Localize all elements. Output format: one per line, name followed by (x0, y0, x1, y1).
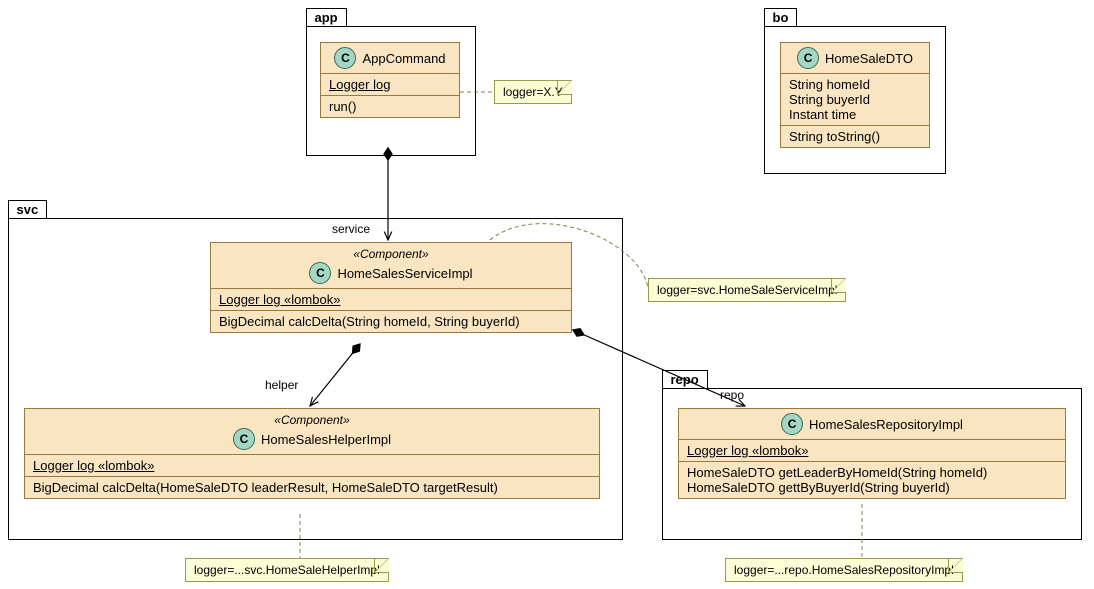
class-field: Logger log (321, 74, 459, 96)
class-method: HomeSaleDTO gettByBuyerId(String buyerId… (687, 480, 1057, 495)
class-methods: HomeSaleDTO getLeaderByHomeId(String hom… (679, 462, 1065, 498)
class-name: HomeSalesServiceImpl (337, 266, 472, 281)
class-field: String homeId (789, 77, 921, 92)
class-icon: C (334, 47, 356, 69)
class-homesaleshelperimpl: «Component» C HomeSalesHelperImpl Logger… (24, 408, 600, 499)
note-fold-icon (557, 80, 572, 95)
note-text: logger=...repo.HomeSalesRepositoryImpl (734, 563, 954, 577)
edge-label-repo: repo (720, 388, 744, 402)
class-field: String buyerId (789, 92, 921, 107)
note-helperimpl: logger=...svc.HomeSaleHelperImpl (185, 558, 389, 582)
class-method: run() (321, 96, 459, 117)
class-icon: C (781, 413, 803, 435)
edge-label-service: service (332, 222, 370, 236)
note-text: logger=svc.HomeSaleServiceImpl (657, 283, 837, 297)
edge-label-helper: helper (265, 378, 298, 392)
class-homesalesrepositoryimpl: C HomeSalesRepositoryImpl Logger log «lo… (678, 408, 1066, 499)
class-homesaledto: C HomeSaleDTO String homeId String buyer… (780, 42, 930, 148)
class-method: HomeSaleDTO getLeaderByHomeId(String hom… (687, 465, 1057, 480)
note-serviceimpl: logger=svc.HomeSaleServiceImpl (648, 278, 846, 302)
class-name: HomeSaleDTO (825, 51, 913, 66)
class-field: Instant time (789, 107, 921, 122)
class-fields: String homeId String buyerId Instant tim… (781, 74, 929, 126)
note-repoimpl: logger=...repo.HomeSalesRepositoryImpl (725, 558, 963, 582)
class-icon: C (233, 428, 255, 450)
class-name: HomeSalesHelperImpl (261, 432, 391, 447)
class-name: AppCommand (362, 51, 445, 66)
class-field: Logger log «lombok» (211, 289, 571, 311)
class-homesalesserviceimpl: «Component» C HomeSalesServiceImpl Logge… (210, 242, 572, 333)
note-appcommand: logger=X.Y (494, 80, 572, 104)
note-text: logger=X.Y (503, 85, 563, 99)
class-icon: C (309, 262, 331, 284)
class-method: BigDecimal calcDelta(HomeSaleDTO leaderR… (25, 477, 599, 498)
class-field: Logger log «lombok» (25, 455, 599, 477)
package-svc-label: svc (8, 200, 48, 218)
class-field: Logger log «lombok» (679, 440, 1065, 462)
package-bo-label: bo (764, 8, 798, 26)
class-name: HomeSalesRepositoryImpl (809, 417, 963, 432)
package-app-label: app (306, 8, 347, 26)
note-text: logger=...svc.HomeSaleHelperImpl (194, 563, 380, 577)
class-method: String toString() (781, 126, 929, 147)
package-repo-label: repo (662, 370, 708, 388)
class-stereotype: «Component» (274, 413, 349, 427)
note-fold-icon (948, 558, 963, 573)
class-icon: C (797, 47, 819, 69)
class-appcommand: C AppCommand Logger log run() (320, 42, 460, 118)
note-fold-icon (831, 278, 846, 293)
class-stereotype: «Component» (353, 247, 428, 261)
note-fold-icon (374, 558, 389, 573)
class-method: BigDecimal calcDelta(String homeId, Stri… (211, 311, 571, 332)
